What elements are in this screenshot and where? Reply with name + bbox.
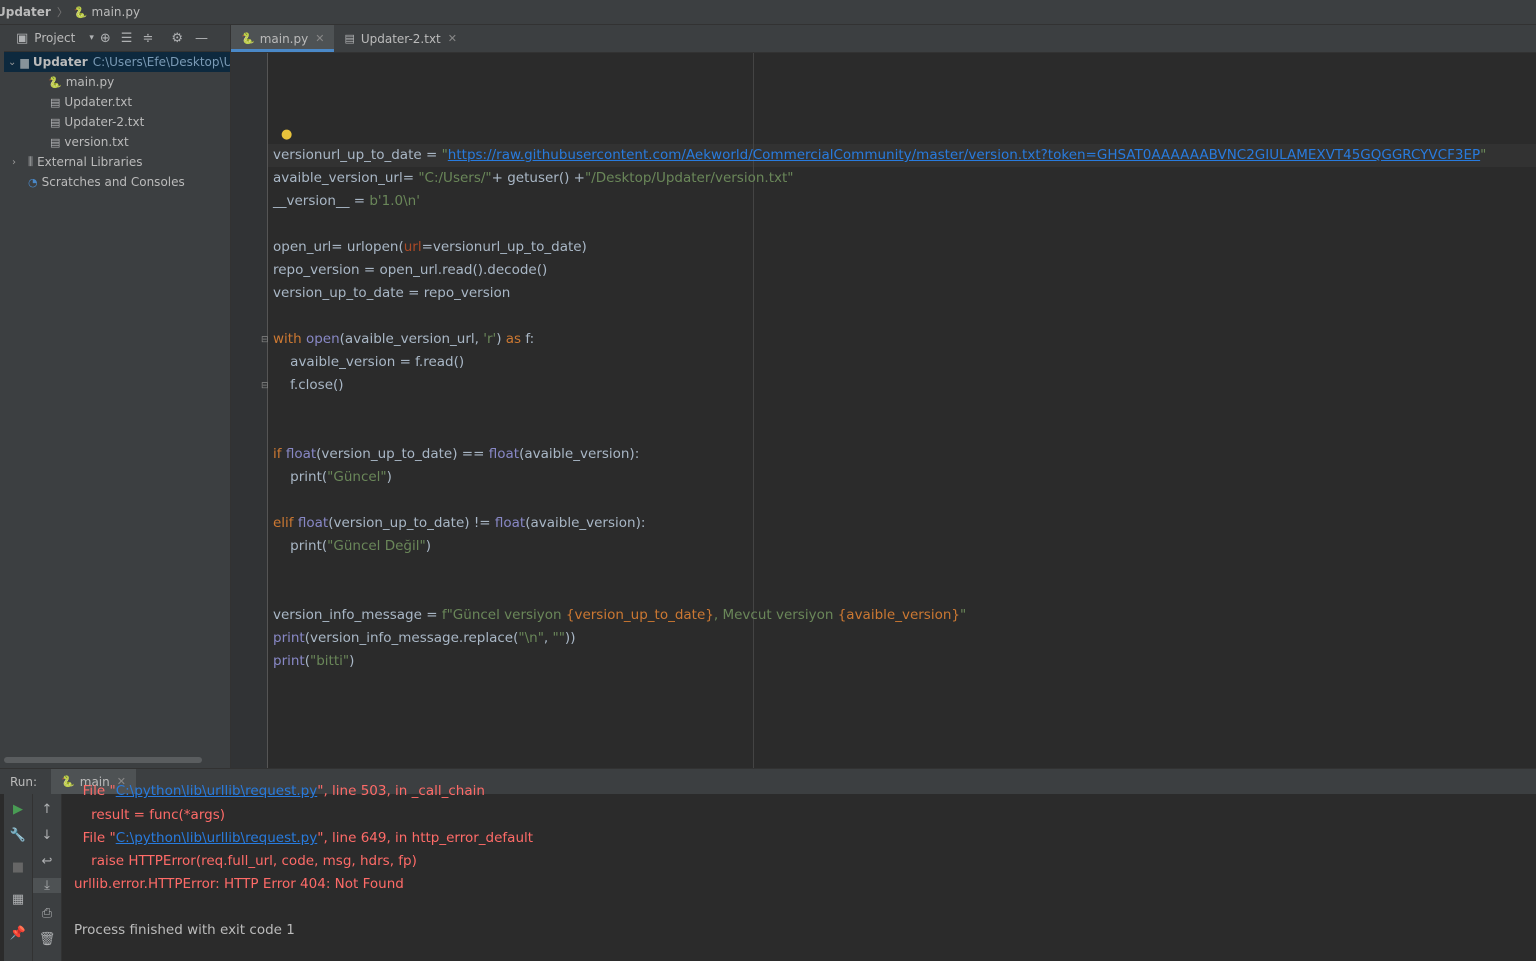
- console-error-line: urllib.error.HTTPError: HTTP Error 404: …: [74, 876, 404, 892]
- run-label: Run:: [10, 774, 38, 789]
- tree-item-updater-txt[interactable]: ▤ Updater.txt: [4, 92, 230, 112]
- tree-item-main-py[interactable]: 🐍 main.py: [4, 72, 230, 92]
- horizontal-scrollbar[interactable]: [4, 757, 202, 763]
- close-icon[interactable]: ✕: [315, 32, 324, 45]
- project-view-icon: ▣: [16, 30, 29, 46]
- console-exit-line: Process finished with exit code 1: [74, 922, 295, 938]
- layout-icon[interactable]: ▦: [4, 892, 32, 907]
- tree-item-version-txt[interactable]: ▤ version.txt: [4, 132, 230, 152]
- tree-item-updater-2-txt[interactable]: ▤ Updater-2.txt: [4, 112, 230, 132]
- python-file-icon: 🐍: [241, 32, 255, 45]
- text-file-icon: ▤: [50, 135, 61, 149]
- code-line-10[interactable]: avaible_version = f.read(): [273, 351, 464, 374]
- run-console[interactable]: File "C:\python\lib\urllib\request.py", …: [62, 783, 1536, 961]
- run-toolbar-left: ▶ 🔧 ■ ▦ 📌: [4, 794, 33, 961]
- chevron-down-icon[interactable]: ⌄: [8, 57, 16, 68]
- hide-panel-icon[interactable]: —: [195, 31, 208, 46]
- code-line-23[interactable]: print("bitti"): [273, 650, 354, 673]
- code-line-22[interactable]: print(version_info_message.replace("\n",…: [273, 627, 575, 650]
- python-icon: 🐍: [61, 775, 75, 788]
- code-line-15[interactable]: print("Güncel"): [273, 466, 392, 489]
- tree-item-label: Updater.txt: [64, 95, 133, 109]
- text-file-icon: ▤: [50, 95, 61, 109]
- tree-item-label: main.py: [65, 75, 115, 89]
- console-line: result = func(*args): [74, 807, 226, 823]
- print-icon[interactable]: ⎙: [33, 906, 61, 921]
- editor-gutter[interactable]: [231, 53, 268, 768]
- project-view-selector[interactable]: Project: [34, 31, 75, 45]
- code-line-9[interactable]: with open(avaible_version_url, 'r') as f…: [273, 328, 534, 351]
- python-file-icon: 🐍: [73, 5, 88, 19]
- tab-label: Updater-2.txt: [360, 31, 441, 46]
- close-icon[interactable]: ✕: [448, 32, 457, 45]
- tree-item-label: Updater: [32, 55, 88, 69]
- tree-item-label: version.txt: [64, 135, 129, 149]
- dropdown-arrow-icon[interactable]: ▾: [89, 33, 94, 43]
- locate-icon[interactable]: ⊕: [100, 31, 111, 46]
- chevron-right-icon[interactable]: ›: [8, 157, 20, 168]
- breadcrumb-file[interactable]: main.py: [92, 5, 141, 19]
- code-line-11[interactable]: f.close(): [273, 374, 343, 397]
- gear-icon[interactable]: ⚙: [171, 31, 183, 46]
- lightbulb-icon[interactable]: ●: [281, 127, 292, 142]
- code-line-1[interactable]: versionurl_up_to_date = "https://raw.git…: [273, 144, 1486, 167]
- breadcrumb: Updater 〉 🐍 main.py: [0, 0, 1536, 25]
- code-line-5[interactable]: open_url= urlopen(url=versionurl_up_to_d…: [273, 236, 587, 259]
- collapse-all-icon[interactable]: ≑: [142, 31, 153, 46]
- arrow-up-icon[interactable]: ↑: [33, 802, 61, 817]
- tree-item-label: Updater-2.txt: [64, 115, 145, 129]
- expand-all-icon[interactable]: ☰: [121, 31, 133, 46]
- arrow-down-icon[interactable]: ↓: [33, 828, 61, 843]
- tab-main-py[interactable]: 🐍 main.py ✕: [231, 25, 335, 52]
- text-file-icon: ▤: [344, 32, 355, 45]
- project-toolbar: ▣ Project ▾ ⊕ ☰ ≑ ⚙ —: [4, 25, 230, 52]
- editor-tabs: 🐍 main.py ✕ ▤ Updater-2.txt ✕: [231, 25, 1536, 53]
- code-line-6[interactable]: repo_version = open_url.read().decode(): [273, 259, 547, 282]
- scratches-icon: ◔: [28, 175, 38, 189]
- console-line: raise HTTPError(req.full_url, code, msg,…: [74, 853, 417, 869]
- tree-item-external-libraries[interactable]: › ⫼ External Libraries: [4, 152, 230, 172]
- code-url-link[interactable]: https://raw.githubusercontent.com/Aekwor…: [448, 147, 1480, 163]
- fold-icon[interactable]: ⊟: [261, 381, 269, 391]
- run-toolbar-right: ↑ ↓ ↩ ⤓ ⎙ 🗑: [33, 794, 62, 961]
- tree-item-scratches[interactable]: ◔ Scratches and Consoles: [4, 172, 230, 192]
- code-line-18[interactable]: print("Güncel Değil"): [273, 535, 431, 558]
- fold-icon[interactable]: ⊟: [261, 335, 269, 345]
- text-file-icon: ▤: [50, 115, 61, 129]
- stop-icon[interactable]: ■: [4, 860, 32, 875]
- python-file-icon: 🐍: [48, 75, 62, 89]
- tab-label: main.py: [259, 31, 309, 46]
- code-line-17[interactable]: elif float(version_up_to_date) != float(…: [273, 512, 645, 535]
- code-line-21[interactable]: version_info_message = f"Güncel versiyon…: [273, 604, 966, 627]
- tree-item-label: Scratches and Consoles: [41, 175, 185, 189]
- code-line-2[interactable]: avaible_version_url= "C:/Users/"+ getuse…: [273, 167, 793, 190]
- scroll-to-end-icon[interactable]: ⤓: [33, 878, 61, 893]
- soft-wrap-icon[interactable]: ↩: [33, 854, 61, 869]
- wrench-icon[interactable]: 🔧: [4, 828, 32, 843]
- tree-item-label: External Libraries: [37, 155, 143, 169]
- breadcrumb-separator-icon: 〉: [56, 6, 68, 19]
- folder-icon: ▆: [20, 55, 29, 69]
- trash-icon[interactable]: 🗑: [33, 932, 61, 947]
- code-line-3[interactable]: __version__ = b'1.0\n': [273, 190, 420, 213]
- tree-item-path: C:\Users\Efe\Desktop\Up: [92, 55, 230, 69]
- console-file-link[interactable]: C:\python\lib\urllib\request.py: [116, 830, 318, 846]
- pin-icon[interactable]: 📌: [4, 926, 32, 941]
- tab-updater-2-txt[interactable]: ▤ Updater-2.txt ✕: [334, 25, 467, 52]
- console-line: File "C:\python\lib\urllib\request.py", …: [74, 830, 534, 846]
- breadcrumb-project[interactable]: Updater: [0, 5, 51, 19]
- project-panel: ▣ Project ▾ ⊕ ☰ ≑ ⚙ — ⌄ ▆ Updater C:\Use…: [4, 25, 231, 768]
- code-line-7[interactable]: version_up_to_date = repo_version: [273, 282, 510, 305]
- console-line: File "C:\python\lib\urllib\request.py", …: [74, 783, 485, 799]
- library-icon: ⫼: [28, 155, 34, 168]
- rerun-icon[interactable]: ▶: [4, 802, 32, 817]
- tree-item-updater[interactable]: ⌄ ▆ Updater C:\Users\Efe\Desktop\Up: [4, 52, 230, 72]
- code-line-14[interactable]: if float(version_up_to_date) == float(av…: [273, 443, 639, 466]
